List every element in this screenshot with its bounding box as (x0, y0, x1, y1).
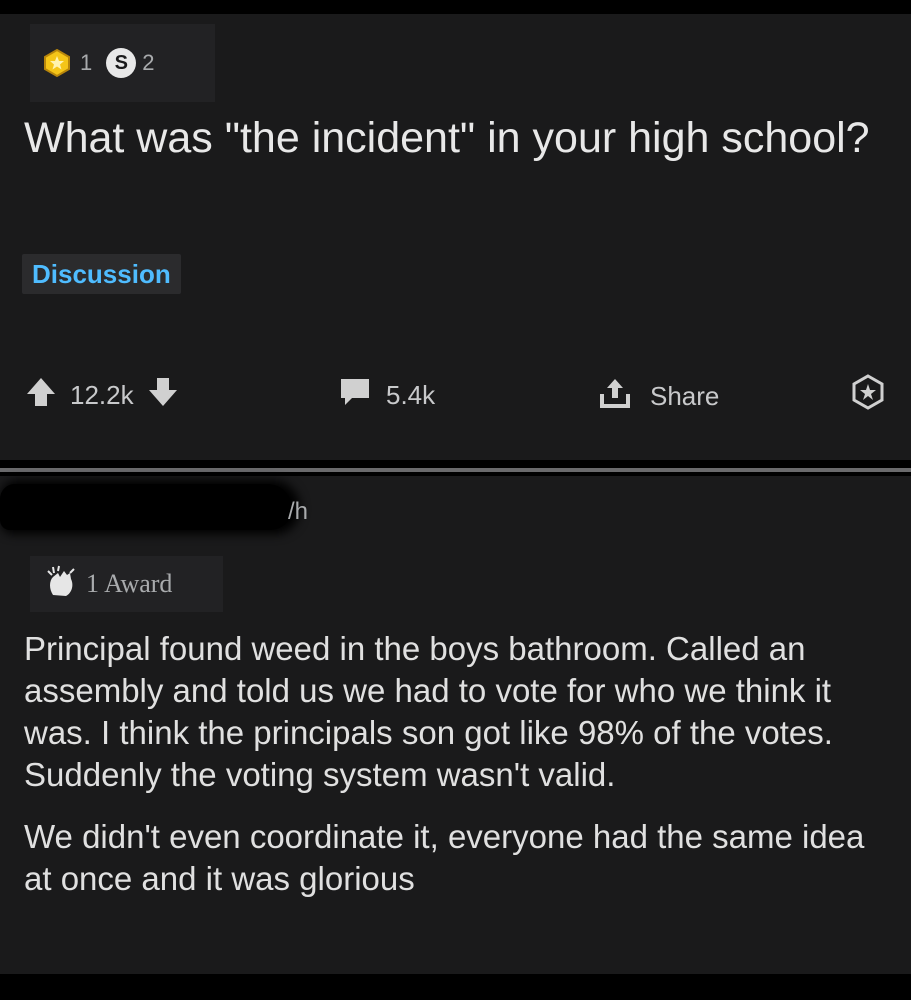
gold-award-count: 1 (80, 50, 93, 75)
vote-score: 12.2k (70, 380, 134, 410)
divider (0, 468, 911, 472)
redacted-username (0, 484, 292, 530)
silver-award-icon: S (106, 48, 137, 78)
comment-body: Principal found weed in the boys bathroo… (24, 628, 894, 920)
post-flair[interactable]: Discussion (22, 254, 181, 294)
post-title[interactable]: What was "the incident" in your high sch… (24, 112, 884, 164)
comment-award-label: 1 Award (86, 569, 173, 598)
post-awards[interactable]: 1 S 2 (30, 24, 215, 102)
share-label: Share (650, 381, 720, 411)
clap-award-icon (44, 565, 78, 604)
vote-group: 12.2k (26, 376, 178, 415)
comment-awards[interactable]: 1 Award (30, 556, 223, 612)
post-action-bar: 12.2k 5.4k Share (0, 370, 911, 420)
comment-paragraph: Principal found weed in the boys bathroo… (24, 630, 833, 793)
gold-award-icon (40, 46, 74, 80)
give-award-icon[interactable] (848, 372, 888, 417)
downvote-icon[interactable] (148, 376, 178, 415)
silver-award-count: 2 (142, 50, 155, 75)
share-icon (598, 376, 632, 417)
comment-icon (338, 376, 372, 415)
share-button[interactable]: Share (598, 376, 719, 417)
comment-paragraph: We didn't even coordinate it, everyone h… (24, 818, 865, 897)
comments-button[interactable]: 5.4k (338, 376, 435, 415)
upvote-icon[interactable] (26, 376, 56, 415)
comment-timestamp: /h (288, 498, 309, 525)
comment-count: 5.4k (386, 380, 436, 410)
